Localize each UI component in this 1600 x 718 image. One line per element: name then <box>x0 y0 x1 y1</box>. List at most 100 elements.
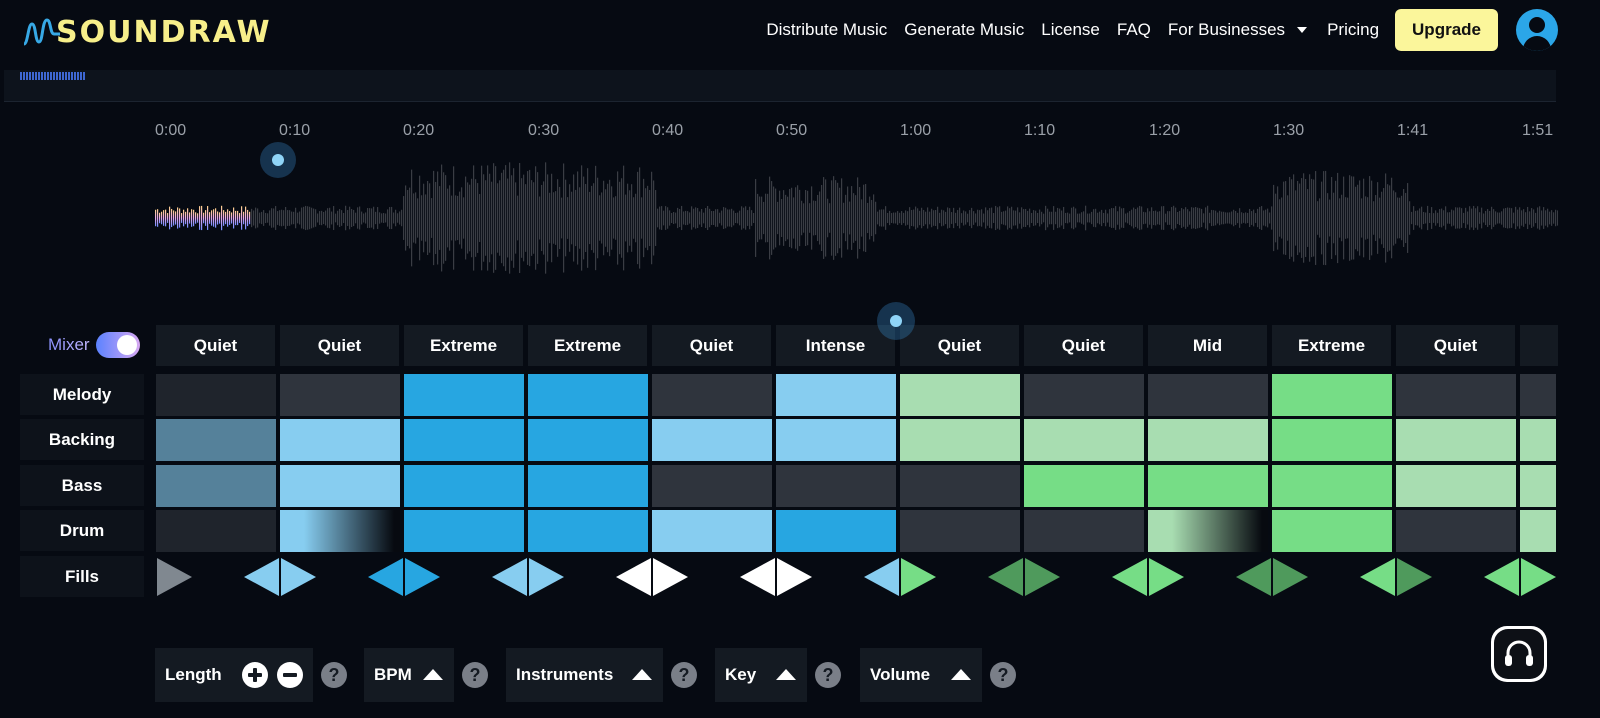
nav-for-businesses-dropdown[interactable]: For Businesses <box>1168 20 1308 40</box>
grid-cell-melody[interactable] <box>900 374 1020 416</box>
grid-cell-bass[interactable] <box>1148 465 1268 507</box>
waveform-bar <box>1381 191 1383 245</box>
upgrade-button[interactable]: Upgrade <box>1395 9 1498 51</box>
section-block[interactable]: Mid <box>1148 325 1267 366</box>
grid-cell-backing[interactable] <box>1396 419 1516 461</box>
fill-marker-icon[interactable] <box>1234 556 1314 598</box>
grid-cell-melody[interactable] <box>652 374 772 416</box>
fill-marker-icon[interactable] <box>1110 556 1190 598</box>
grid-cell-bass[interactable] <box>1520 465 1556 507</box>
volume-expand-icon[interactable] <box>951 669 971 680</box>
section-block[interactable]: Extreme <box>1272 325 1391 366</box>
section-block[interactable]: Intense <box>776 325 895 366</box>
grid-cell-melody[interactable] <box>1396 374 1516 416</box>
nav-pricing[interactable]: Pricing <box>1327 20 1379 40</box>
grid-cell-backing[interactable] <box>404 419 524 461</box>
section-block[interactable]: Extreme <box>528 325 647 366</box>
grid-cell-bass[interactable] <box>1272 465 1392 507</box>
grid-cell-backing[interactable] <box>776 419 896 461</box>
key-expand-icon[interactable] <box>776 669 796 680</box>
waveform-bar <box>485 180 487 256</box>
grid-cell-bass[interactable] <box>528 465 648 507</box>
grid-cell-drum[interactable] <box>1148 510 1268 552</box>
section-block[interactable]: Quiet <box>1396 325 1515 366</box>
length-plus-button[interactable] <box>242 662 268 688</box>
soundraw-logo[interactable]: SOUNDRAW <box>22 12 272 52</box>
grid-cell-melody[interactable] <box>156 374 276 416</box>
grid-cell-melody[interactable] <box>1272 374 1392 416</box>
mixer-toggle[interactable] <box>95 332 140 358</box>
grid-cell-backing[interactable] <box>900 419 1020 461</box>
section-block[interactable]: Quiet <box>156 325 275 366</box>
grid-cell-melody[interactable] <box>776 374 896 416</box>
grid-cell-backing[interactable] <box>156 419 276 461</box>
grid-cell-bass[interactable] <box>404 465 524 507</box>
grid-cell-melody[interactable] <box>404 374 524 416</box>
fill-marker-icon[interactable] <box>366 556 446 598</box>
grid-cell-melody[interactable] <box>1024 374 1144 416</box>
nav-generate-music[interactable]: Generate Music <box>904 20 1024 40</box>
fill-marker-icon[interactable] <box>242 556 322 598</box>
length-minus-button[interactable] <box>277 662 303 688</box>
grid-cell-bass[interactable] <box>900 465 1020 507</box>
nav-license[interactable]: License <box>1041 20 1100 40</box>
grid-cell-drum[interactable] <box>652 510 772 552</box>
bpm-help-icon[interactable]: ? <box>462 662 488 688</box>
account-avatar-icon[interactable] <box>1516 9 1558 51</box>
support-headset-button[interactable] <box>1491 626 1547 682</box>
grid-cell-melody[interactable] <box>280 374 400 416</box>
instruments-help-icon[interactable]: ? <box>671 662 697 688</box>
fill-marker-icon[interactable] <box>490 556 570 598</box>
fill-marker-icon[interactable] <box>738 556 818 598</box>
section-block[interactable]: Quiet <box>1024 325 1143 366</box>
grid-cell-backing[interactable] <box>1272 419 1392 461</box>
grid-cell-backing[interactable] <box>280 419 400 461</box>
instruments-expand-icon[interactable] <box>632 669 652 680</box>
section-block[interactable]: Quiet <box>900 325 1019 366</box>
fill-marker-icon[interactable] <box>1358 556 1438 598</box>
length-help-icon[interactable]: ? <box>321 662 347 688</box>
nav-distribute-music[interactable]: Distribute Music <box>766 20 887 40</box>
grid-cell-backing[interactable] <box>1024 419 1144 461</box>
section-block[interactable]: Extreme <box>404 325 523 366</box>
grid-cell-drum[interactable] <box>156 510 276 552</box>
grid-cell-backing[interactable] <box>652 419 772 461</box>
fill-marker-icon[interactable] <box>614 556 694 598</box>
grid-cell-backing[interactable] <box>1520 419 1556 461</box>
section-marker-handle[interactable] <box>877 302 915 340</box>
fill-marker-icon[interactable] <box>986 556 1066 598</box>
key-help-icon[interactable]: ? <box>815 662 841 688</box>
grid-cell-bass[interactable] <box>1396 465 1516 507</box>
grid-cell-bass[interactable] <box>156 465 276 507</box>
waveform[interactable] <box>155 160 1558 280</box>
grid-cell-bass[interactable] <box>1024 465 1144 507</box>
grid-cell-bass[interactable] <box>280 465 400 507</box>
grid-cell-bass[interactable] <box>652 465 772 507</box>
grid-cell-melody[interactable] <box>1148 374 1268 416</box>
fill-marker-icon[interactable] <box>156 556 236 598</box>
grid-cell-drum[interactable] <box>280 510 400 552</box>
grid-cell-drum[interactable] <box>1272 510 1392 552</box>
volume-help-icon[interactable]: ? <box>990 662 1016 688</box>
section-block[interactable]: Quiet <box>280 325 399 366</box>
fill-marker-icon[interactable] <box>862 556 942 598</box>
grid-cell-drum[interactable] <box>776 510 896 552</box>
grid-cell-drum[interactable] <box>528 510 648 552</box>
grid-cell-melody[interactable] <box>528 374 648 416</box>
section-block[interactable]: Quiet <box>652 325 771 366</box>
waveform-bar <box>859 187 861 249</box>
nav-faq[interactable]: FAQ <box>1117 20 1151 40</box>
section-block[interactable] <box>1520 325 1558 366</box>
grid-cell-melody[interactable] <box>1520 374 1556 416</box>
grid-cell-bass[interactable] <box>776 465 896 507</box>
grid-cell-drum[interactable] <box>1396 510 1516 552</box>
waveform-bar <box>1233 209 1235 227</box>
grid-cell-backing[interactable] <box>1148 419 1268 461</box>
grid-cell-drum[interactable] <box>900 510 1020 552</box>
grid-cell-drum[interactable] <box>1024 510 1144 552</box>
bpm-expand-icon[interactable] <box>423 669 443 680</box>
grid-cell-drum[interactable] <box>404 510 524 552</box>
grid-cell-backing[interactable] <box>528 419 648 461</box>
fill-marker-icon[interactable] <box>1482 556 1562 598</box>
grid-cell-drum[interactable] <box>1520 510 1556 552</box>
